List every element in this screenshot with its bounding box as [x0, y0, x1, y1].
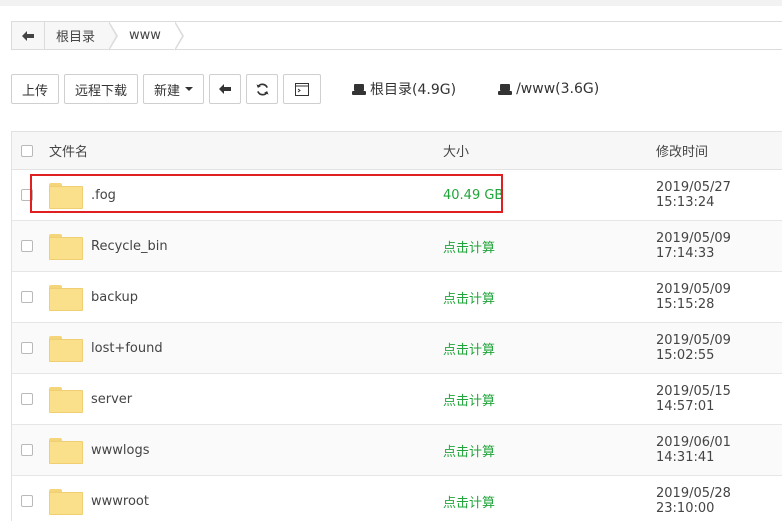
upload-button-label: 上传 — [22, 83, 49, 99]
modified-time: 2019/05/15 14:57:01 — [656, 384, 731, 414]
new-dropdown-button[interactable]: 新建 — [143, 74, 205, 104]
table-row[interactable]: server 点击计算 2019/05/15 14:57:01 — [12, 374, 782, 425]
caret-down-icon — [185, 87, 194, 91]
checkbox-box — [21, 144, 33, 157]
calculate-size-link[interactable]: 点击计算 — [443, 374, 495, 424]
file-name-cell: server — [49, 374, 132, 424]
file-name[interactable]: .fog — [91, 188, 116, 203]
row-checkbox[interactable] — [21, 272, 33, 322]
modified-time: 2019/05/27 15:13:24 — [656, 180, 731, 210]
folder-icon — [49, 285, 83, 311]
breadcrumb: 根目录 www — [11, 21, 782, 51]
arrow-left-icon — [22, 30, 34, 41]
breadcrumb-item-www[interactable]: www — [109, 21, 184, 51]
modified-time: 2019/06/01 14:31:41 — [656, 435, 731, 465]
calculate-size-link[interactable]: 点击计算 — [443, 221, 495, 271]
modified-time: 2019/05/28 23:10:00 — [656, 486, 731, 516]
checkbox-box — [21, 291, 33, 303]
folder-icon — [49, 489, 83, 515]
file-name-cell: .fog — [49, 170, 116, 220]
file-name[interactable]: server — [91, 392, 132, 407]
hdd-icon — [352, 83, 367, 95]
refresh-button[interactable] — [246, 74, 279, 104]
table-header: 文件名 大小 修改时间 — [12, 132, 782, 170]
hdd-icon — [498, 83, 513, 95]
row-checkbox[interactable] — [21, 374, 33, 424]
disk-root[interactable]: 根目录(4.9G) — [352, 79, 456, 99]
calculate-size-link[interactable]: 点击计算 — [443, 272, 495, 322]
column-header-size[interactable]: 大小 — [443, 132, 469, 169]
column-header-name[interactable]: 文件名 — [49, 132, 88, 169]
table-row[interactable]: lost+found 点击计算 2019/05/09 15:02:55 — [12, 323, 782, 374]
toolbar: 上传 远程下载 新建 根目录(4.9G) /www(3.6G) — [11, 74, 599, 104]
calculate-size-link[interactable]: 点击计算 — [443, 425, 495, 475]
file-name[interactable]: backup — [91, 290, 138, 305]
column-header-modified[interactable]: 修改时间 — [656, 132, 708, 169]
breadcrumb-label: www — [129, 28, 161, 43]
checkbox-box — [21, 393, 33, 405]
table-row[interactable]: Recycle_bin 点击计算 2019/05/09 17:14:33 — [12, 221, 782, 272]
table-row[interactable]: wwwroot 点击计算 2019/05/28 23:10:00 — [12, 476, 782, 521]
select-all-checkbox[interactable] — [21, 132, 33, 169]
file-name[interactable]: wwwlogs — [91, 443, 150, 458]
table-row[interactable]: backup 点击计算 2019/05/09 15:15:28 — [12, 272, 782, 323]
checkbox-box — [21, 342, 33, 354]
breadcrumb-separator — [108, 21, 119, 51]
row-checkbox[interactable] — [21, 221, 33, 271]
breadcrumb-item-root[interactable]: 根目录 — [45, 21, 119, 51]
file-size[interactable]: 40.49 GB — [443, 170, 503, 220]
checkbox-box — [21, 240, 33, 252]
calculate-size-link[interactable]: 点击计算 — [443, 476, 495, 521]
folder-icon — [49, 336, 83, 362]
file-name[interactable]: lost+found — [91, 341, 163, 356]
folder-icon — [49, 387, 83, 413]
file-name[interactable]: wwwroot — [91, 494, 149, 509]
folder-icon — [49, 438, 83, 464]
back-button[interactable] — [209, 74, 242, 104]
remote-download-button[interactable]: 远程下载 — [64, 74, 139, 104]
file-name[interactable]: Recycle_bin — [91, 239, 168, 254]
folder-icon — [49, 234, 83, 260]
file-name-cell: wwwlogs — [49, 425, 150, 475]
file-name-cell: backup — [49, 272, 138, 322]
checkbox-box — [21, 444, 33, 456]
row-checkbox[interactable] — [21, 170, 33, 220]
breadcrumb-label: 根目录 — [56, 30, 96, 45]
upload-button[interactable]: 上传 — [11, 74, 60, 104]
breadcrumb-separator — [173, 21, 184, 51]
arrow-left-icon — [219, 84, 232, 94]
modified-time: 2019/05/09 15:15:28 — [656, 282, 731, 312]
calculate-size-link[interactable]: 点击计算 — [443, 323, 495, 373]
file-name-cell: Recycle_bin — [49, 221, 168, 271]
modified-time: 2019/05/09 17:14:33 — [656, 231, 731, 261]
disk-label: 根目录(4.9G) — [370, 82, 457, 98]
terminal-icon — [295, 82, 310, 96]
file-table: 文件名 大小 修改时间 .fog 40.49 GB 2019/05/27 15:… — [11, 131, 782, 521]
refresh-icon — [256, 83, 269, 95]
checkbox-box — [21, 189, 33, 201]
new-button-label: 新建 — [154, 83, 181, 99]
disk-www[interactable]: /www(3.6G) — [498, 81, 599, 97]
table-row[interactable]: wwwlogs 点击计算 2019/06/01 14:31:41 — [12, 425, 782, 476]
disk-label: /www(3.6G) — [516, 81, 600, 97]
file-name-cell: lost+found — [49, 323, 163, 373]
modified-time: 2019/05/09 15:02:55 — [656, 333, 731, 363]
back-button[interactable] — [12, 22, 45, 49]
top-strip — [0, 0, 782, 6]
row-checkbox[interactable] — [21, 476, 33, 521]
row-checkbox[interactable] — [21, 323, 33, 373]
terminal-button[interactable] — [283, 74, 322, 104]
file-name-cell: wwwroot — [49, 476, 149, 521]
table-row[interactable]: .fog 40.49 GB 2019/05/27 15:13:24 — [12, 170, 782, 221]
checkbox-box — [21, 495, 33, 507]
folder-icon — [49, 183, 83, 209]
row-checkbox[interactable] — [21, 425, 33, 475]
remote-download-button-label: 远程下载 — [75, 83, 128, 99]
